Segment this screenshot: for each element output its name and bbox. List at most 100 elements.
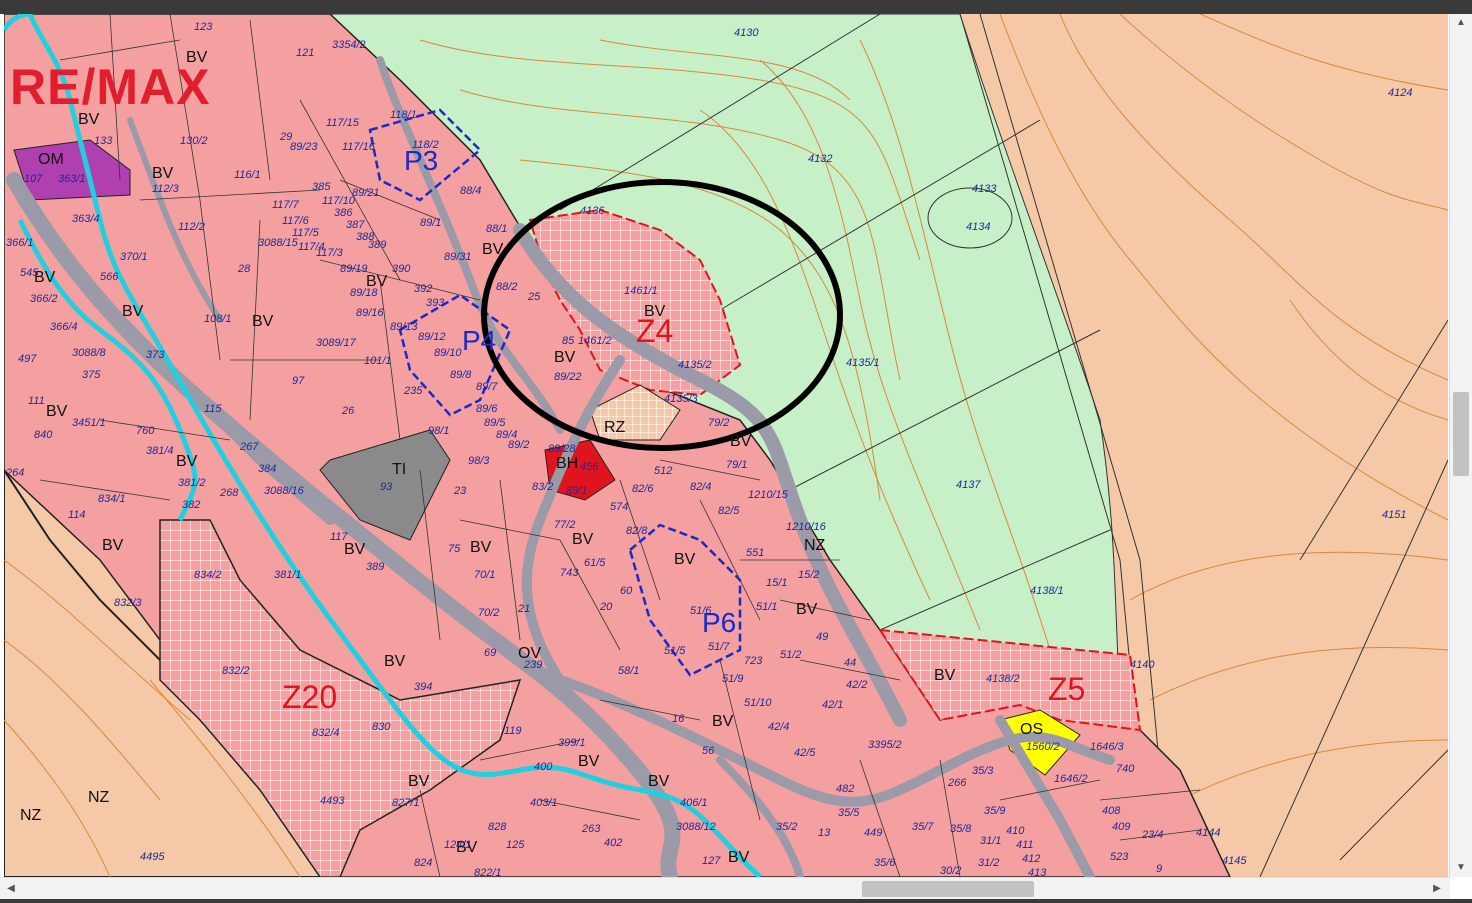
parcel-number: 117/7 [272,199,300,211]
zone-label: OM [38,151,64,168]
zone-label: BV [46,403,68,420]
parcel-number: 79/1 [726,459,747,471]
remax-logo: RE/MAX [10,59,211,115]
parcel-number: 402 [604,837,622,849]
parcel-number: 31/2 [978,857,999,869]
zone-label: BV [482,241,504,258]
parcel-number: 29 [279,131,292,143]
parcel-number: 4140 [1130,659,1155,671]
parcel-number: 9 [1156,863,1162,875]
scroll-left-arrow-icon[interactable]: ◀ [2,878,20,900]
parcel-number: 410 [1006,825,1025,837]
parcel-number: 101/1 [364,355,392,367]
parcel-number: 35/2 [776,821,797,833]
parcel-number: 4124 [1388,87,1412,99]
parcel-number: 551 [746,547,764,559]
parcel-number: 399/1 [558,737,586,749]
parcel-number: 834/2 [194,569,222,581]
parcel-number: 51/9 [722,673,743,685]
parcel-number: 3088/8 [72,347,107,359]
window-bottom-bar [0,899,1472,903]
map-viewport[interactable]: BV BV BV BV BV BV BV BV BV BV BV BV BV B… [4,14,1448,877]
parcel-number: 115 [204,403,222,415]
zoning-map[interactable]: BV BV BV BV BV BV BV BV BV BV BV BV BV B… [4,14,1448,877]
parcel-number: 89/5 [484,417,506,429]
parcel-number: 4135/1 [846,357,880,369]
parcel-number: 123 [194,21,213,33]
zone-label: BV [122,303,144,320]
parcel-number: 4493 [320,795,345,807]
parcel-number: 89/16 [356,307,384,319]
parcel-number: 82/6 [632,483,654,495]
parcel-number: 117/6 [282,215,310,227]
scroll-up-arrow-icon[interactable]: ▲ [1450,14,1472,32]
parcel-number: 385 [312,181,331,193]
parcel-number: 31/1 [980,835,1001,847]
parcel-number: 56 [702,745,715,757]
parcel-number: 394 [414,681,432,693]
parcel-number: 4133 [972,183,997,195]
parcel-number: 566 [100,271,119,283]
parcel-number: 88/4 [460,185,481,197]
zone-label: BV [408,773,430,790]
parcel-number: 3451/1 [72,417,106,429]
parcel-number: 403/1 [530,797,558,809]
parcel-number: 4135/3 [664,393,699,405]
horizontal-scroll-thumb[interactable] [862,881,1034,897]
parcel-number: 88/1 [486,223,507,235]
parcel-number: 98/1 [428,425,449,437]
parcel-number: 23 [453,485,467,497]
zone-label: BV [102,537,124,554]
parcel-number: 3354/2 [332,39,366,51]
parcel-number: 61/5 [584,557,606,569]
parcel-number: 411 [1016,839,1034,851]
parcel-number: 20 [599,601,613,613]
parcel-number: 112/2 [178,221,205,233]
parcel-number: 3089/17 [316,337,357,349]
zone-label: RZ [604,419,626,436]
parcel-number: 4130 [734,27,759,39]
parcel-number: 16 [672,713,685,725]
zone-label: BV [554,349,576,366]
scroll-right-arrow-icon[interactable]: ▶ [1428,878,1446,900]
parcel-number: 381/2 [178,477,206,489]
parcel-number: 4135/2 [678,359,712,371]
parcel-number: 366/1 [6,237,34,249]
parcel-number: 3088/16 [264,485,305,497]
parcel-number: 4151 [1382,509,1406,521]
parcel-number: 93 [380,481,393,493]
parcel-number: 832/2 [222,665,250,677]
parcel-number: 3088/15 [258,237,299,249]
zone-label: BV [712,713,734,730]
parcel-number: 382 [182,499,200,511]
parcel-number: 13 [818,827,831,839]
parcel-number: 112/3 [152,183,180,195]
parcel-number: 482 [836,783,854,795]
parcel-number: 89/1 [566,485,587,497]
scroll-down-arrow-icon[interactable]: ▼ [1450,859,1472,877]
parcel-number: 28 [237,263,251,275]
parcel-number: 51/5 [664,645,686,657]
parcel-number: 89/8 [450,369,472,381]
parcel-number: 89/2 [508,439,529,451]
parcel-number: 79/2 [708,417,729,429]
zone-label: BV [730,433,752,450]
zone-label: BV [728,849,750,866]
parcel-number: 363/1 [58,173,86,185]
parcel-number: 15/2 [798,569,819,581]
vertical-scroll-thumb[interactable] [1453,392,1469,476]
parcel-number: 35/7 [912,821,934,833]
parcel-number: 412 [1022,853,1040,865]
vertical-scrollbar[interactable]: ▲ ▼ [1449,14,1472,877]
parcel-number: 51/7 [708,641,730,653]
parcel-number: 828 [488,821,507,833]
parcel-number: 239 [523,659,542,671]
parcel-number: 89/7 [476,381,498,393]
horizontal-scrollbar[interactable]: ◀ ▶ [0,877,1450,900]
parcel-number: 107 [24,173,43,185]
parcel-number: 393 [426,297,445,309]
parcel-number: 574 [610,501,628,513]
parcel-number: 4136 [580,205,605,217]
parcel-number: 118/1 [390,109,417,121]
parcel-number: 545 [20,267,39,279]
